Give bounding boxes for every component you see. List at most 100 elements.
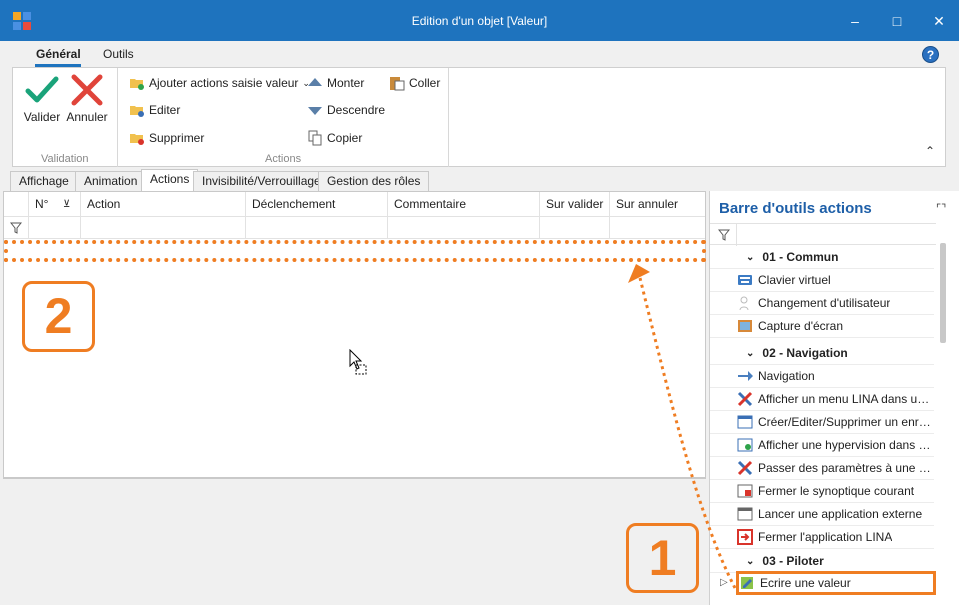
list-item[interactable]: Lancer une application externe [710, 503, 934, 526]
list-item[interactable]: Changement d'utilisateur [710, 292, 934, 315]
folder-delete-icon [130, 134, 144, 145]
group-label: 01 - Commun [762, 250, 839, 264]
filter-cell[interactable] [81, 217, 246, 239]
list-item[interactable]: Capture d'écran [710, 315, 934, 338]
column-header-sur-valider[interactable]: Sur valider [540, 192, 610, 217]
validate-button[interactable]: Valider [20, 74, 64, 124]
step-badge-2: 2 [22, 281, 95, 352]
list-item[interactable]: Navigation [710, 365, 934, 388]
delete-label: Supprimer [149, 131, 205, 145]
ribbon-tab-general[interactable]: Général [36, 47, 81, 61]
column-header-number[interactable]: N° ⊻ [29, 192, 81, 217]
close-icon[interactable]: ✕ [927, 9, 951, 33]
panel-title: Barre d'outils actions [719, 200, 872, 217]
actions-toolbar-panel: Barre d'outils actions ⌜⌝ ⌄ 01 - Commun … [709, 191, 959, 605]
cancel-label: Annuler [66, 110, 108, 124]
copy-button[interactable]: Copier [307, 129, 362, 147]
drag-cursor-icon [349, 349, 367, 375]
filter-icon [718, 229, 730, 241]
actions-grid[interactable]: N° ⊻ Action Déclenchement Commentaire Su… [3, 191, 706, 478]
edit-label: Editer [149, 103, 181, 117]
external-app-icon [737, 507, 753, 521]
item-label: Fermer le synoptique courant [758, 484, 915, 498]
list-item[interactable]: Afficher un menu LINA dans une ... [710, 388, 934, 411]
item-label: Changement d'utilisateur [758, 296, 891, 310]
write-value-icon [741, 577, 753, 589]
chevron-down-icon: ⌄ [746, 251, 755, 263]
list-item[interactable]: Fermer le synoptique courant [710, 480, 934, 503]
tab-gestion-roles[interactable]: Gestion des rôles [318, 171, 430, 191]
grid-filter-row[interactable] [4, 217, 705, 239]
folder-edit-icon [130, 106, 144, 117]
tab-actions[interactable]: Actions [141, 169, 199, 191]
filter-cell[interactable] [246, 217, 388, 239]
chevron-down-icon: ⌄ [746, 555, 755, 567]
list-item[interactable]: Afficher une hypervision dans un ... [710, 434, 934, 457]
move-up-button[interactable]: Monter [307, 74, 364, 92]
tab-invisibilite[interactable]: Invisibilité/Verrouillage [193, 171, 330, 191]
document-tabs: Affichage Animation Actions Invisibilité… [0, 169, 959, 191]
checkmark-icon [25, 76, 59, 103]
filter-icon-cell[interactable] [4, 217, 29, 239]
filter-cell[interactable] [540, 217, 610, 239]
sort-icon[interactable]: ⊻ [63, 192, 70, 217]
ribbon-tab-outils[interactable]: Outils [103, 47, 134, 61]
list-item[interactable]: Créer/Editer/Supprimer un enregi... [710, 411, 934, 434]
edit-button[interactable]: Editer [129, 101, 180, 119]
pin-icon[interactable]: ⌜⌝ [936, 202, 946, 215]
paste-icon [390, 77, 405, 91]
ribbon-tabs: Général Outils ? [0, 41, 959, 67]
filter-cell[interactable] [29, 217, 81, 239]
help-icon[interactable]: ? [922, 46, 939, 63]
scrollbar[interactable] [940, 243, 946, 343]
item-label: Capture d'écran [758, 319, 844, 333]
group-navigation[interactable]: ⌄ 02 - Navigation [710, 342, 934, 365]
filter-icon [10, 222, 22, 234]
column-header-sur-annuler[interactable]: Sur annuler [610, 192, 705, 217]
arrow-down-icon [308, 107, 322, 115]
arrow-up-icon [308, 78, 322, 86]
folder-add-icon [130, 79, 144, 90]
grid-header: N° ⊻ Action Déclenchement Commentaire Su… [4, 192, 705, 217]
column-header-declenchement[interactable]: Déclenchement [246, 192, 388, 217]
group-commun[interactable]: ⌄ 01 - Commun [710, 246, 934, 269]
add-actions-button[interactable]: Ajouter actions saisie valeur ⌄ [129, 74, 310, 92]
group-label: 03 - Piloter [762, 554, 824, 568]
lower-panel [3, 478, 706, 605]
minimize-icon[interactable]: – [843, 9, 867, 33]
tools-icon [737, 460, 753, 476]
group-piloter[interactable]: ⌄ 03 - Piloter [710, 550, 934, 573]
group-separator [117, 68, 118, 167]
window-record-icon [737, 415, 753, 429]
cancel-button[interactable]: Annuler [65, 74, 109, 124]
list-item[interactable]: Fermer l'application LINA [710, 526, 934, 549]
close-window-icon [737, 484, 753, 498]
item-label: Passer des paramètres à une hyp... [758, 461, 934, 475]
chevron-up-icon[interactable]: ⌃ [925, 144, 935, 158]
ribbon-panel: Valider Annuler Validation Ajouter actio… [12, 67, 946, 167]
list-item-selected[interactable]: Ecrire une valeur [736, 571, 936, 595]
paste-button[interactable]: Coller [389, 74, 440, 92]
column-header-action[interactable]: Action [81, 192, 246, 217]
delete-button[interactable]: Supprimer [129, 129, 204, 147]
item-label: Clavier virtuel [758, 273, 831, 287]
window-title: Edition d'un objet [Valeur] [411, 14, 548, 28]
panel-filter-row[interactable] [710, 223, 936, 246]
chevron-right-icon[interactable]: ▷ [720, 577, 728, 588]
group-label-actions: Actions [265, 153, 302, 165]
column-header-commentaire[interactable]: Commentaire [388, 192, 540, 217]
exit-icon [737, 529, 753, 545]
move-down-label: Descendre [327, 103, 386, 117]
chevron-down-icon: ⌄ [746, 347, 755, 359]
move-down-button[interactable]: Descendre [307, 101, 385, 119]
list-item[interactable]: Passer des paramètres à une hyp... [710, 457, 934, 480]
tab-affichage[interactable]: Affichage [10, 171, 78, 191]
copy-icon [308, 130, 322, 146]
title-bar: Edition d'un objet [Valeur] – □ ✕ [0, 0, 959, 41]
filter-cell[interactable] [388, 217, 540, 239]
filter-cell[interactable] [610, 217, 705, 239]
maximize-icon[interactable]: □ [885, 9, 909, 33]
tab-animation[interactable]: Animation [75, 171, 147, 191]
add-actions-label: Ajouter actions saisie valeur [149, 76, 299, 90]
list-item[interactable]: Clavier virtuel [710, 269, 934, 292]
